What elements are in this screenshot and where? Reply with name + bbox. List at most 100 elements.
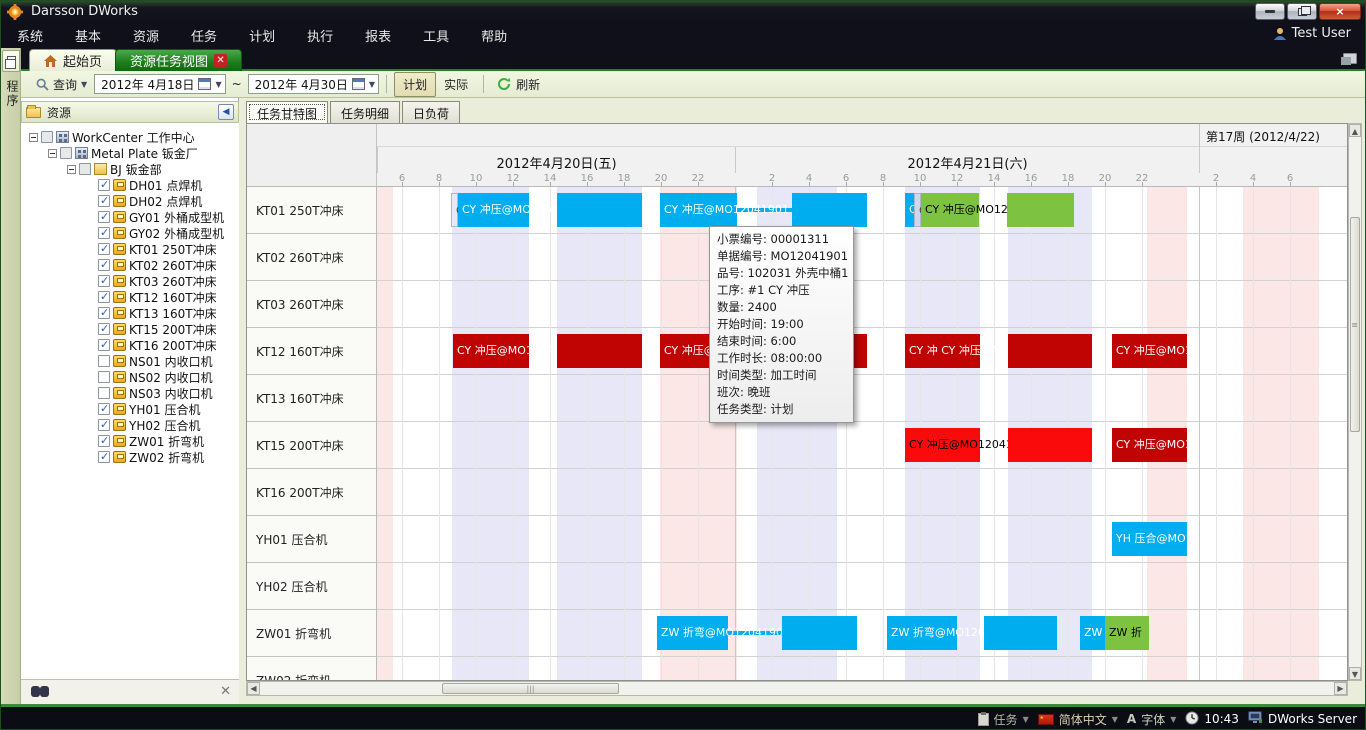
task-bar[interactable]: ZW — [1080, 616, 1105, 650]
close-button[interactable]: × — [1319, 3, 1361, 20]
menu-item-基本[interactable]: 基本 — [59, 23, 117, 48]
horizontal-scrollbar[interactable]: ◀ ▶ ||| — [246, 681, 1348, 696]
task-bar[interactable]: CY 冲压@MO12041903 — [905, 428, 980, 462]
tree-item-KT16[interactable]: KT16 200T冲床 — [86, 337, 217, 353]
tree-item-GY01[interactable]: GY01 外桶成型机 — [86, 209, 224, 225]
window-list-icon[interactable] — [1343, 53, 1357, 64]
tree-checkbox[interactable] — [98, 323, 110, 335]
tree-checkbox[interactable] — [98, 355, 110, 367]
tab-close-icon[interactable]: ✕ — [214, 54, 227, 67]
task-bar[interactable] — [782, 616, 857, 650]
scroll-up-icon[interactable]: ▲ — [1349, 124, 1361, 137]
tree-checkbox[interactable] — [98, 403, 110, 415]
tree-checkbox[interactable] — [41, 131, 53, 143]
tree-checkbox[interactable] — [98, 387, 110, 399]
task-bar[interactable]: CY 冲压@MO1 — [1112, 428, 1187, 462]
minimize-button[interactable] — [1255, 3, 1285, 20]
tree-item-ZW01[interactable]: ZW01 折弯机 — [86, 433, 204, 449]
task-bar[interactable]: CY 冲压@MO12041901 — [458, 193, 529, 227]
program-side-strip[interactable]: 程序 — [1, 48, 21, 704]
tree-item-DH01[interactable]: DH01 点焊机 — [86, 177, 202, 193]
tree-expander-icon[interactable] — [29, 133, 38, 142]
status-item-任务[interactable]: 任务▼ — [978, 711, 1029, 728]
tree-item-YH02[interactable]: YH02 压合机 — [86, 417, 200, 433]
task-bar[interactable] — [1008, 428, 1092, 462]
query-button[interactable]: 查询 ▼ — [29, 72, 94, 97]
status-item-10:43[interactable]: 10:43 — [1185, 711, 1239, 728]
tree-checkbox[interactable] — [98, 451, 110, 463]
menu-item-工具[interactable]: 工具 — [407, 23, 465, 48]
tree-checkbox[interactable] — [98, 227, 110, 239]
tree-checkbox[interactable] — [98, 307, 110, 319]
date-from-field[interactable]: 2012年 4月18日 ▼ — [94, 74, 225, 94]
task-bar[interactable]: ZW 折 — [1105, 616, 1149, 650]
task-bar[interactable]: CY 冲压@MO1 — [1112, 334, 1187, 368]
task-bar[interactable] — [1008, 334, 1092, 368]
tree-item-ZW02[interactable]: ZW02 折弯机 — [86, 449, 204, 465]
horizontal-scroll-thumb[interactable]: ||| — [442, 683, 619, 694]
tree-item-KT01[interactable]: KT01 250T冲床 — [86, 241, 217, 257]
task-bar[interactable] — [1007, 193, 1074, 227]
tree-item-NS02[interactable]: NS02 内收口机 — [86, 369, 213, 385]
view-tab-任务甘特图[interactable]: 任务甘特图 — [246, 101, 328, 123]
tree-item-BJ[interactable]: BJ 钣金部 — [67, 161, 162, 177]
restore-button[interactable] — [1287, 3, 1317, 20]
view-tab-日负荷[interactable]: 日负荷 — [402, 101, 460, 123]
tree-item-DH02[interactable]: DH02 点焊机 — [86, 193, 202, 209]
task-bar[interactable]: CY 冲压@MO12041902 — [921, 193, 979, 227]
tree-checkbox[interactable] — [98, 179, 110, 191]
scroll-left-icon[interactable]: ◀ — [247, 682, 260, 695]
task-bar[interactable]: YH 压合@MO1 — [1112, 522, 1187, 556]
scroll-down-icon[interactable]: ▼ — [1349, 667, 1361, 680]
tree-checkbox[interactable] — [98, 291, 110, 303]
menu-item-系统[interactable]: 系统 — [1, 23, 59, 48]
plan-toggle[interactable]: 计划 — [394, 72, 436, 97]
status-item-DWorks Server[interactable]: DWorks Server — [1248, 711, 1357, 727]
menu-item-帮助[interactable]: 帮助 — [465, 23, 523, 48]
tree-checkbox[interactable] — [98, 259, 110, 271]
vertical-scrollbar[interactable]: ▲ ▼ ≡ — [1348, 123, 1362, 681]
tree-expander-icon[interactable] — [67, 165, 76, 174]
scroll-right-icon[interactable]: ▶ — [1334, 682, 1347, 695]
tree-checkbox[interactable] — [98, 419, 110, 431]
collapse-panel-button[interactable]: ◀ — [218, 104, 234, 120]
status-item-简体中文[interactable]: 简体中文▼ — [1038, 711, 1118, 728]
tree-checkbox[interactable] — [98, 339, 110, 351]
task-bar[interactable] — [984, 616, 1057, 650]
tree-item-KT13[interactable]: KT13 160T冲床 — [86, 305, 217, 321]
tree-item-KT12[interactable]: KT12 160T冲床 — [86, 289, 217, 305]
tree-checkbox[interactable] — [79, 163, 91, 175]
tree-expander-icon[interactable] — [48, 149, 57, 158]
tree-item-YH01[interactable]: YH01 压合机 — [86, 401, 200, 417]
tree-checkbox[interactable] — [60, 147, 72, 159]
task-bar[interactable]: C — [914, 193, 921, 227]
task-bar[interactable]: ZW 折弯@MO12041901 — [887, 616, 957, 650]
menu-item-执行[interactable]: 执行 — [291, 23, 349, 48]
tree-item-NS03[interactable]: NS03 内收口机 — [86, 385, 213, 401]
tree-item-KT15[interactable]: KT15 200T冲床 — [86, 321, 217, 337]
program-strip-tab[interactable] — [2, 50, 20, 72]
tree-checkbox[interactable] — [98, 211, 110, 223]
menu-item-资源[interactable]: 资源 — [117, 23, 175, 48]
task-bar[interactable]: C — [905, 193, 914, 227]
user-indicator[interactable]: Test User — [1273, 26, 1351, 41]
task-bar[interactable] — [792, 193, 867, 227]
task-bar[interactable]: C — [451, 193, 458, 227]
doc-tab-资源任务视图[interactable]: 资源任务视图✕ — [115, 49, 242, 71]
tree-checkbox[interactable] — [98, 371, 110, 383]
date-to-field[interactable]: 2012年 4月30日 ▼ — [248, 74, 379, 94]
menu-item-报表[interactable]: 报表 — [349, 23, 407, 48]
tree-item-GY02[interactable]: GY02 外桶成型机 — [86, 225, 224, 241]
tree-checkbox[interactable] — [98, 275, 110, 287]
footer-close-icon[interactable]: ✕ — [220, 684, 231, 699]
tree-item-WorkCenter[interactable]: WorkCenter 工作中心 — [29, 129, 195, 145]
doc-tab-起始页[interactable]: 起始页 — [29, 49, 117, 71]
menu-item-任务[interactable]: 任务 — [175, 23, 233, 48]
task-bar[interactable]: ZW 折弯@MO12041901 — [657, 616, 728, 650]
menu-item-计划[interactable]: 计划 — [233, 23, 291, 48]
task-bar[interactable]: CY 冲 CY 冲压@MO12041904 — [905, 334, 980, 368]
find-binoculars-icon[interactable] — [31, 686, 49, 698]
task-bar[interactable]: CY 冲压@MO12041904 — [453, 334, 529, 368]
tree-item-Metal[interactable]: Metal Plate 钣金厂 — [48, 145, 198, 161]
actual-toggle[interactable]: 实际 — [436, 73, 476, 96]
